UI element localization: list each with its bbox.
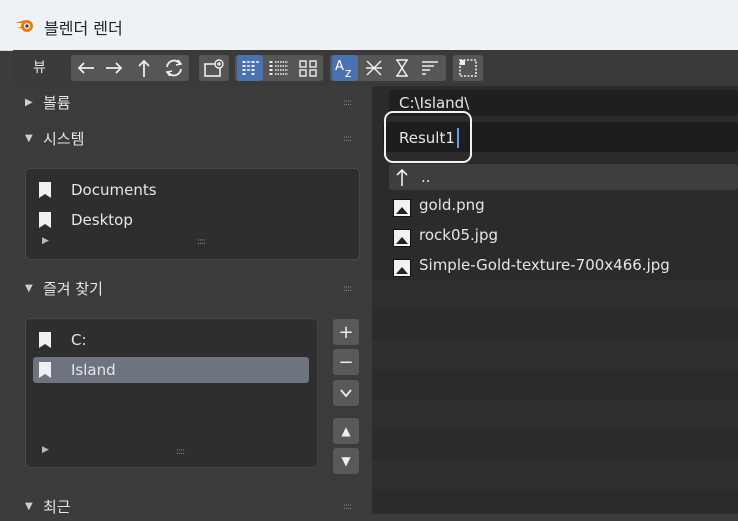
list-filter-triangle-icon[interactable]: ▶ [42, 236, 49, 246]
panel-volumes-label: 볼륨 [43, 93, 71, 112]
favorites-item-island[interactable]: Island [33, 357, 309, 383]
system-item-label: Desktop [71, 211, 133, 229]
text-cursor [456, 128, 459, 148]
panel-drag-grip-icon[interactable]: :::: [343, 503, 359, 512]
empty-row [372, 400, 738, 430]
bookmark-icon [39, 332, 51, 348]
svg-text:A: A [335, 59, 344, 74]
system-item-documents[interactable]: Documents [39, 177, 157, 203]
parent-dir-icon[interactable] [131, 55, 157, 81]
empty-row [372, 460, 738, 490]
image-file-icon [393, 229, 411, 247]
parent-directory-label: .. [421, 168, 431, 186]
panel-recent-header[interactable]: ▼ 최근 [25, 491, 71, 521]
panel-recent-label: 최근 [43, 497, 71, 516]
filename-input[interactable]: Result1 [399, 128, 459, 148]
panel-favorites-label: 즐겨 찾기 [43, 279, 103, 298]
window-title: 블렌더 렌더 [44, 19, 123, 38]
expanded-triangle-icon: ▼ [25, 132, 33, 144]
system-item-label: Documents [71, 181, 157, 199]
display-vertical-list-icon[interactable] [237, 55, 263, 81]
favorites-item-label: Island [71, 361, 116, 379]
display-horizontal-list-icon[interactable] [266, 55, 292, 81]
collapsed-triangle-icon: ▶ [25, 96, 33, 108]
move-bookmark-down-button[interactable]: ▼ [333, 448, 359, 474]
sort-extension-icon[interactable] [361, 55, 387, 81]
empty-row [372, 280, 738, 310]
blender-logo-icon [15, 20, 33, 32]
panel-favorites-header[interactable]: ▼ 즐겨 찾기 [25, 273, 103, 303]
panel-system-label: 시스템 [43, 129, 85, 148]
sort-time-icon[interactable] [389, 55, 415, 81]
move-bookmark-up-button[interactable]: ▲ [333, 418, 359, 444]
remove-bookmark-button[interactable]: − [333, 349, 359, 375]
chevron-down-icon [340, 389, 352, 398]
bookmark-icon [39, 362, 51, 378]
image-file-icon [393, 259, 411, 277]
list-resize-grip-icon[interactable]: :::: [176, 448, 192, 457]
empty-row [372, 340, 738, 370]
directory-path-value: C:\Island\ [399, 94, 470, 112]
add-bookmark-button[interactable]: + [333, 319, 359, 345]
panel-system-header[interactable]: ▼ 시스템 [25, 123, 84, 153]
bookmark-icon [39, 212, 51, 228]
file-item-gold[interactable]: gold.png [419, 196, 485, 214]
hidden-files-icon[interactable] [455, 55, 481, 81]
image-file-icon [393, 199, 411, 217]
expanded-triangle-icon: ▼ [25, 282, 33, 294]
file-item-rock05[interactable]: rock05.jpg [419, 226, 498, 244]
file-item-simple-gold-texture[interactable]: Simple-Gold-texture-700x466.jpg [419, 256, 670, 274]
favorites-item-c[interactable]: C: [39, 327, 87, 353]
parent-dir-icon [396, 168, 408, 186]
filename-value: Result1 [399, 129, 455, 147]
sort-size-icon[interactable] [417, 55, 443, 81]
panel-drag-grip-icon[interactable]: :::: [343, 99, 359, 108]
bookmark-menu-button[interactable] [333, 380, 359, 406]
refresh-icon[interactable] [161, 55, 187, 81]
back-arrow-icon[interactable] [73, 55, 99, 81]
panel-volumes-header[interactable]: ▶ 볼륨 [25, 87, 71, 117]
title-bar: 블렌더 렌더 [0, 0, 738, 51]
display-thumbnails-icon[interactable] [295, 55, 321, 81]
panel-drag-grip-icon[interactable]: :::: [343, 285, 359, 294]
list-resize-grip-icon[interactable]: :::: [197, 238, 213, 247]
bookmark-icon [39, 182, 51, 198]
favorites-item-label: C: [71, 331, 87, 349]
new-folder-icon[interactable] [201, 55, 227, 81]
parent-directory-row[interactable]: .. [389, 164, 738, 190]
panel-drag-grip-icon[interactable]: :::: [343, 135, 359, 144]
list-filter-triangle-icon[interactable]: ▶ [42, 445, 49, 455]
svg-text:z: z [345, 66, 351, 79]
system-item-desktop[interactable]: Desktop [39, 207, 133, 233]
forward-arrow-icon[interactable] [101, 55, 127, 81]
expanded-triangle-icon: ▼ [25, 500, 33, 512]
sort-alpha-icon[interactable]: Az [332, 55, 358, 81]
view-menu[interactable]: 뷰 [33, 57, 46, 77]
